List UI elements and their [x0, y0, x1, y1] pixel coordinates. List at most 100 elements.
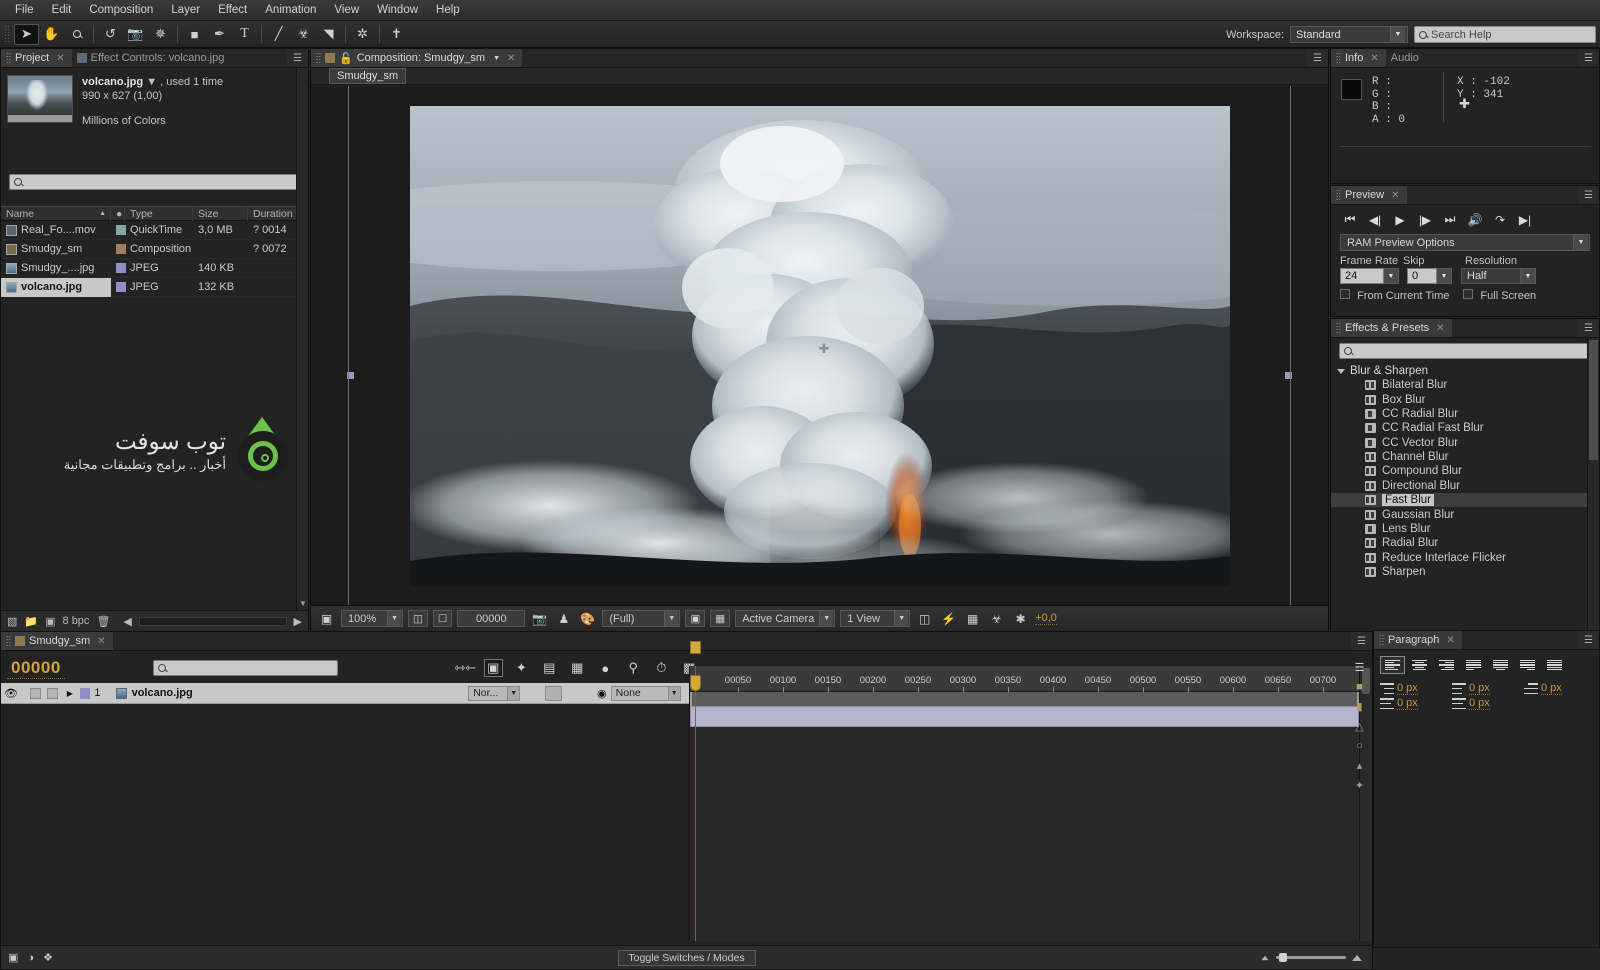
mask-interpolation-icon[interactable]: △	[1355, 720, 1363, 733]
volcano-preview-image[interactable]: ✚	[410, 106, 1230, 586]
region-of-interest-button[interactable]: ☐	[433, 610, 452, 627]
menu-item-file[interactable]: File	[6, 2, 43, 18]
menu-item-animation[interactable]: Animation	[256, 2, 325, 18]
align-panel-icon[interactable]: ☰	[1355, 661, 1365, 674]
work-area-bar[interactable]	[690, 692, 1359, 706]
effect-reduce-interlace-flicker[interactable]: Reduce Interlace Flicker	[1331, 551, 1599, 565]
column-duration[interactable]: Duration	[248, 206, 300, 221]
skip-input[interactable]: 0	[1407, 268, 1437, 284]
zoom-tool-icon[interactable]	[64, 24, 89, 45]
selection-tool-icon[interactable]: ➤	[14, 24, 39, 45]
comp-flowchart-icon[interactable]: ▣	[8, 951, 18, 964]
close-icon[interactable]: ✕	[1391, 190, 1399, 201]
fast-previews-icon[interactable]: ⚡	[939, 610, 958, 628]
bit-depth-label[interactable]: 8 bpc	[63, 615, 90, 627]
reset-exposure-icon[interactable]: ✱	[1011, 610, 1030, 628]
align-center-button[interactable]	[1407, 656, 1432, 674]
indent-first-line-field[interactable]: 0 px	[1524, 682, 1590, 695]
table-row[interactable]: Smudgy_sm Composition ? 0072	[1, 240, 308, 259]
zoom-out-icon[interactable]	[1261, 955, 1269, 960]
effect-radial-blur[interactable]: Radial Blur	[1331, 536, 1599, 550]
comp-flowchart-icon[interactable]: ☣	[987, 610, 1006, 628]
view-layout-dropdown[interactable]: 1 View ▼	[840, 610, 910, 627]
magnification-dropdown[interactable]: 100% ▼	[341, 610, 403, 627]
layer-source-name[interactable]: volcano.jpg	[112, 683, 465, 704]
ram-preview-options-dropdown[interactable]: RAM Preview Options ▼	[1340, 234, 1590, 251]
frame-rate-dropdown-arrow[interactable]: ▼	[1384, 268, 1399, 284]
pan-behind-tool-icon[interactable]: ✵	[148, 24, 173, 45]
audio-icon[interactable]: 🔊	[1467, 212, 1483, 227]
tab-info[interactable]: Info ✕	[1331, 49, 1386, 67]
camera-tool-icon[interactable]: 📷	[123, 24, 148, 45]
graph-editor-toggle-icon[interactable]: ❖	[43, 951, 53, 964]
always-preview-icon[interactable]: ▣	[317, 610, 336, 628]
pixel-aspect-correction-icon[interactable]: ◫	[915, 610, 934, 628]
roto-brush-tool-icon[interactable]: ✲	[350, 24, 375, 45]
menu-item-help[interactable]: Help	[427, 2, 469, 18]
draft-3d-icon[interactable]: ▣	[484, 659, 503, 677]
search-help-input[interactable]: Search Help	[1414, 26, 1596, 43]
project-search-input[interactable]	[9, 174, 300, 190]
resolution-select[interactable]: Half	[1461, 268, 1521, 284]
brush-tool-icon[interactable]: ╱	[266, 24, 291, 45]
menu-item-window[interactable]: Window	[368, 2, 427, 18]
tab-audio[interactable]: Audio	[1386, 49, 1426, 67]
from-current-time-checkbox[interactable]: From Current Time	[1340, 289, 1449, 302]
column-size[interactable]: Size	[193, 206, 248, 221]
type-tool-icon[interactable]: T	[232, 24, 257, 45]
tab-project[interactable]: Project ✕	[1, 49, 72, 67]
timeline-panel-menu-button[interactable]: ☰	[1351, 632, 1372, 650]
zoom-track[interactable]	[1276, 956, 1346, 959]
timeline-jump-icon[interactable]: ▦	[963, 610, 982, 628]
hide-shy-layers-icon[interactable]: ✦	[512, 659, 531, 677]
new-folder-icon[interactable]: 📁	[24, 615, 38, 628]
effect-channel-blur[interactable]: Channel Blur	[1331, 450, 1599, 464]
scrollbar-thumb[interactable]	[1589, 340, 1598, 460]
project-vertical-scrollbar[interactable]: ▼	[296, 68, 308, 610]
close-icon[interactable]: ✕	[1370, 53, 1378, 64]
next-frame-icon[interactable]: |▶	[1417, 212, 1433, 227]
smoother-icon[interactable]: ○	[1356, 740, 1363, 752]
auto-keyframe-icon[interactable]: ⏱	[652, 659, 671, 677]
choose-grid-guides-button[interactable]: ◫	[408, 610, 428, 627]
graph-editor-icon[interactable]: ⚲	[624, 659, 643, 677]
resolution-dropdown-arrow[interactable]: ▼	[1521, 268, 1536, 284]
effects-group-blur-sharpen[interactable]: Blur & Sharpen	[1331, 364, 1599, 378]
justify-last-left-button[interactable]	[1461, 656, 1486, 674]
effect-cc-radial-blur[interactable]: CC Radial Blur	[1331, 407, 1599, 421]
close-icon[interactable]: ✕	[507, 53, 515, 64]
playhead-line[interactable]	[695, 666, 696, 941]
table-row[interactable]: Smudgy_....jpg JPEG 140 KB	[1, 259, 308, 278]
show-snapshot-icon[interactable]: ♟	[554, 610, 573, 628]
effects-vertical-scrollbar[interactable]	[1587, 338, 1599, 631]
frame-blend-icon[interactable]: ◑	[27, 952, 34, 964]
parent-dropdown[interactable]: None ▼	[611, 686, 681, 701]
tab-preview[interactable]: Preview ✕	[1331, 186, 1407, 204]
eraser-tool-icon[interactable]: ◥	[316, 24, 341, 45]
skip-dropdown-arrow[interactable]: ▼	[1437, 268, 1452, 284]
last-frame-icon[interactable]: ⏭	[1442, 212, 1458, 227]
puppet-pin-tool-icon[interactable]: ✝	[384, 24, 409, 45]
layer-visibility-toggle[interactable]: 👁	[1, 683, 26, 704]
disclosure-triangle-icon[interactable]	[1337, 369, 1345, 374]
comp-name-chip[interactable]: Smudgy_sm	[329, 68, 406, 84]
solo-switch[interactable]	[30, 688, 41, 699]
column-name[interactable]: Name ▲	[1, 206, 111, 221]
scroll-left-icon[interactable]: ◀	[123, 615, 131, 628]
effects-panel-menu-button[interactable]: ☰	[1578, 319, 1599, 337]
layer-duration-bar[interactable]	[690, 706, 1359, 727]
loop-icon[interactable]: ↷	[1492, 212, 1508, 227]
close-icon[interactable]: ✕	[1436, 323, 1444, 334]
time-indicator-handle[interactable]	[690, 675, 701, 691]
toolbar-grip[interactable]	[4, 25, 11, 44]
effect-cc-vector-blur[interactable]: CC Vector Blur	[1331, 436, 1599, 450]
tab-timeline-comp[interactable]: Smudgy_sm ✕	[1, 632, 113, 650]
menu-item-edit[interactable]: Edit	[43, 2, 81, 18]
justify-last-center-button[interactable]	[1488, 656, 1513, 674]
motion-sketch-icon[interactable]: ✦	[1355, 779, 1364, 792]
effect-fast-blur[interactable]: Fast Blur	[1331, 493, 1599, 507]
zoom-knob[interactable]	[1279, 953, 1287, 962]
hand-tool-icon[interactable]: ✋	[39, 24, 64, 45]
effect-cc-radial-fast-blur[interactable]: CC Radial Fast Blur	[1331, 421, 1599, 435]
toggle-mask-visibility-button[interactable]: ▣	[685, 610, 705, 627]
